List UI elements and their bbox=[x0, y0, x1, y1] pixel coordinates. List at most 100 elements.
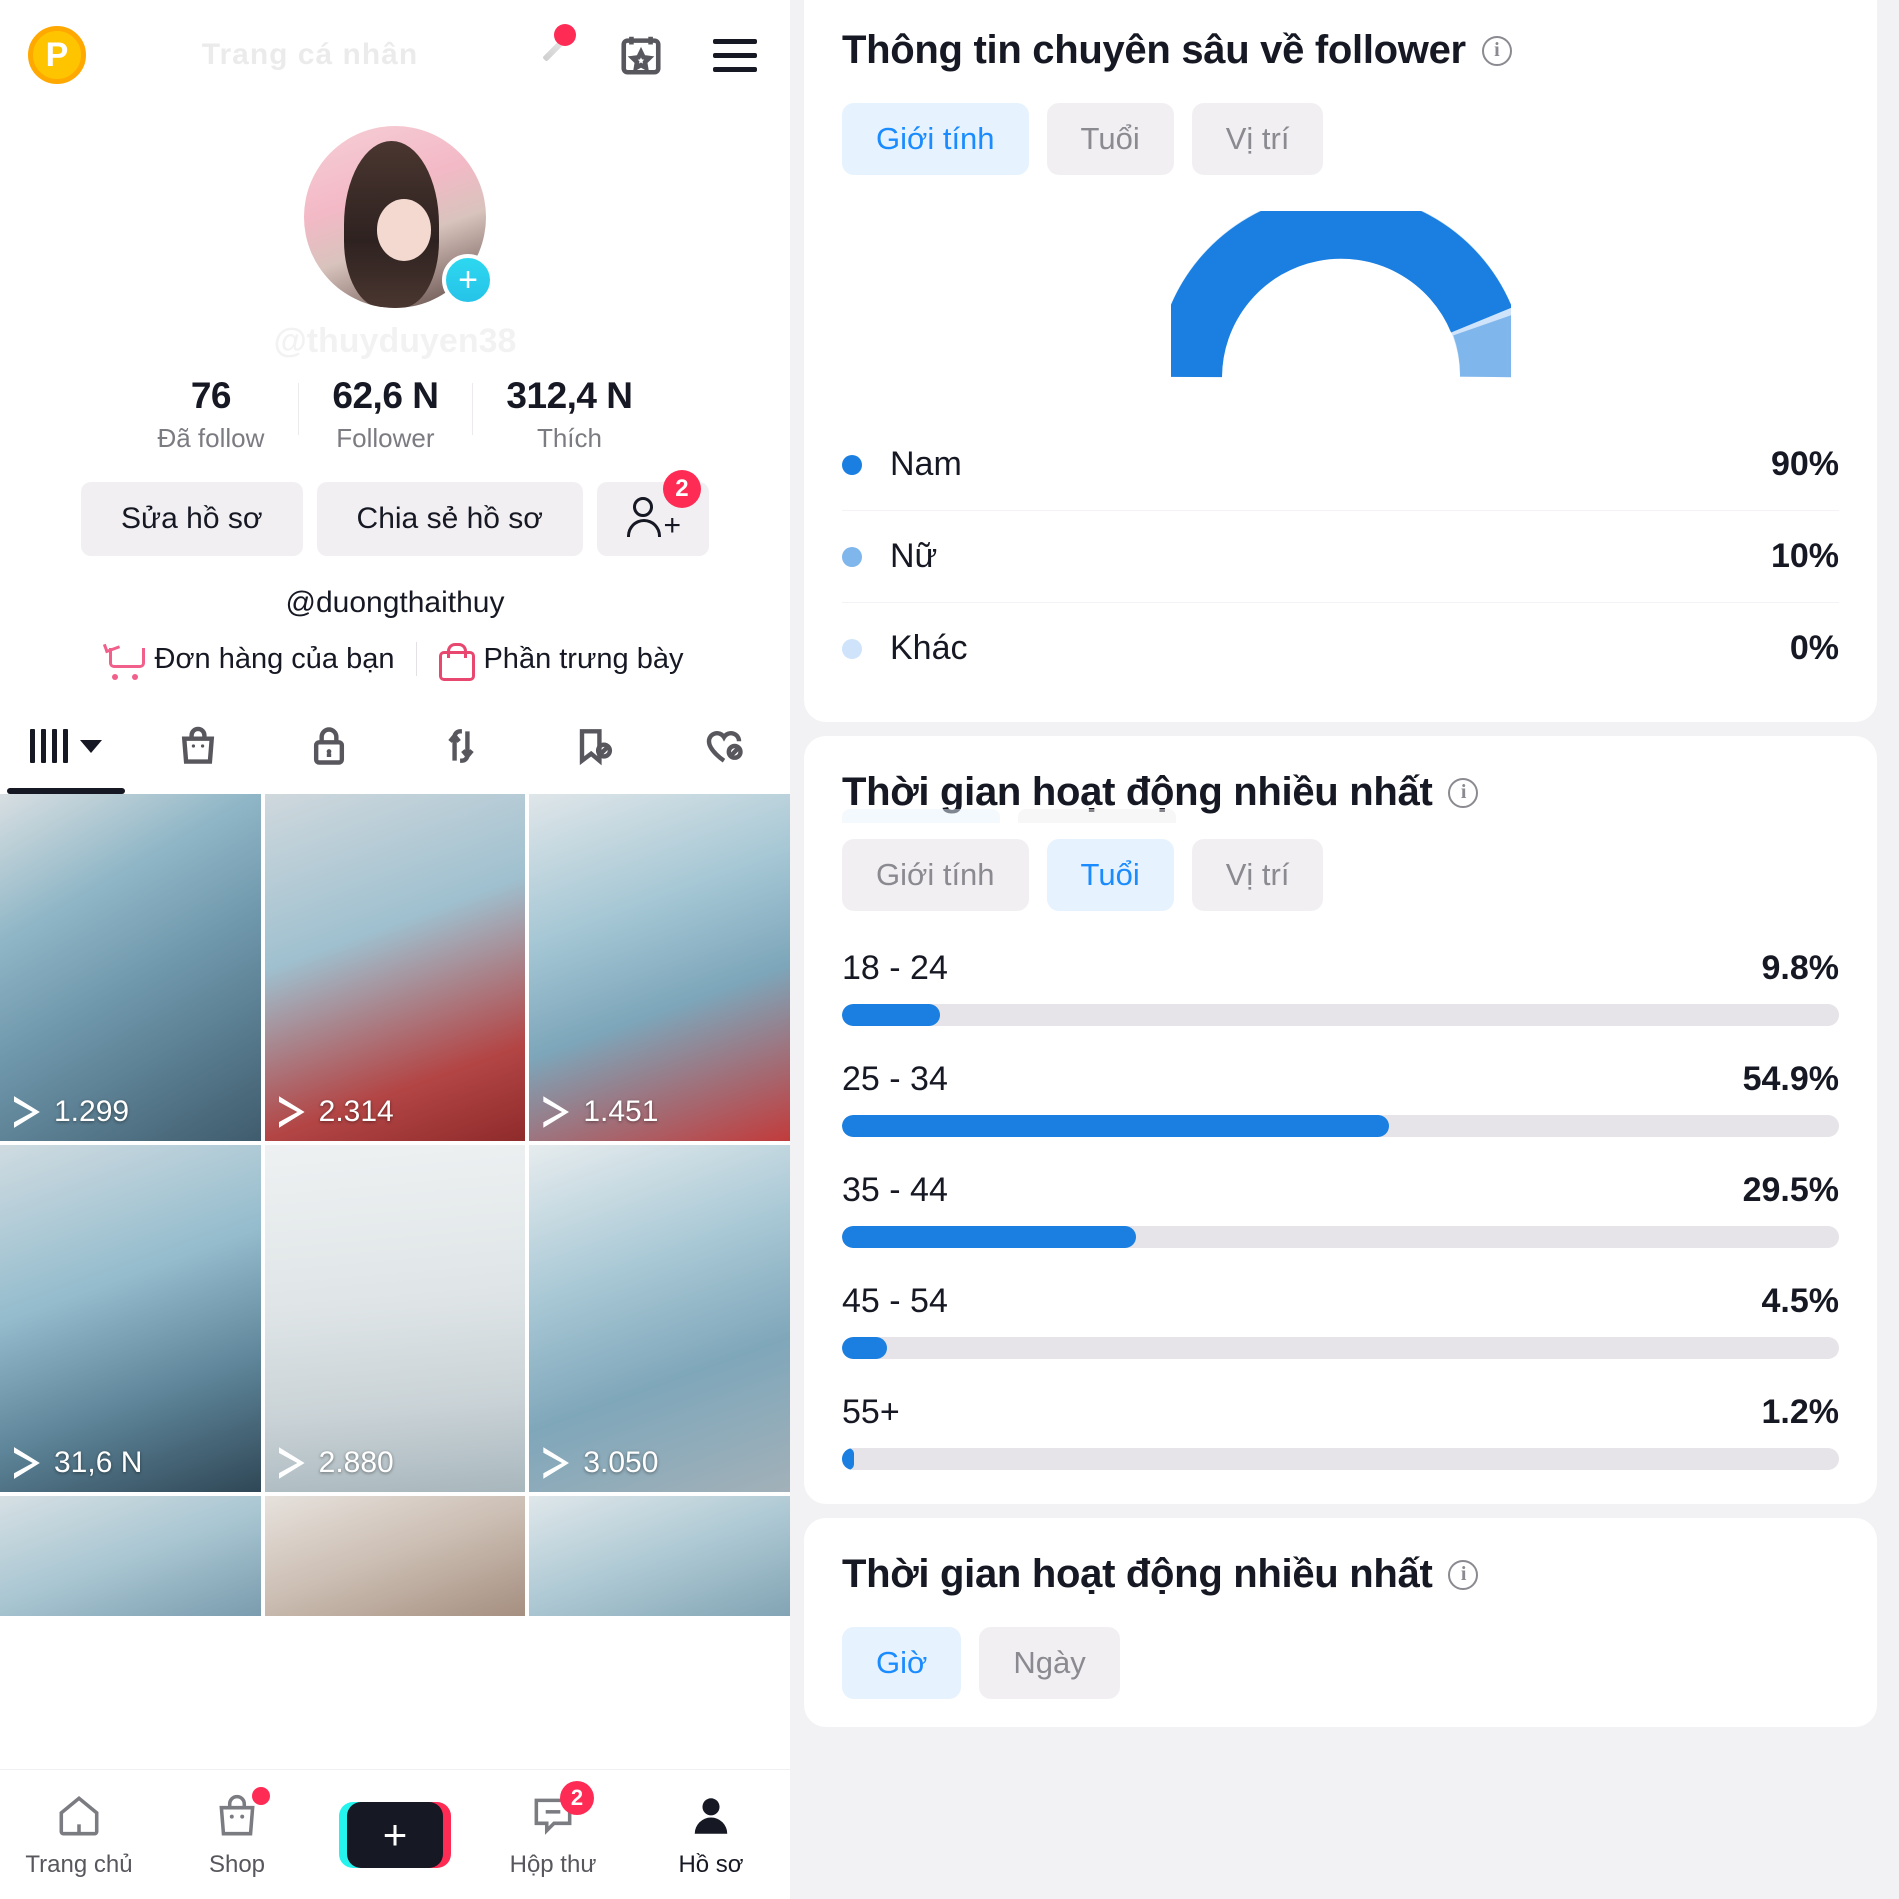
pencil-icon[interactable] bbox=[534, 24, 576, 82]
chip-age[interactable]: Tuổi bbox=[1046, 839, 1174, 911]
bar-value-label: 54.9% bbox=[1742, 1060, 1839, 1098]
chip-hour[interactable]: Giờ bbox=[842, 1627, 962, 1699]
nav-shop-label: Shop bbox=[208, 1850, 266, 1878]
bar-row: 45 - 54 4.5% bbox=[842, 1282, 1839, 1359]
sidebar-item-grid-tab[interactable] bbox=[0, 698, 132, 794]
bar-category-label: 55+ bbox=[842, 1393, 900, 1431]
stat-label: Thích bbox=[536, 423, 602, 453]
tab-shop[interactable] bbox=[132, 698, 264, 794]
profile-actions: Sửa hồ sơ Chia sẻ hồ sơ + 2 bbox=[0, 470, 790, 556]
nav-shop[interactable]: Shop bbox=[162, 1786, 312, 1879]
ghost-chip bbox=[1018, 809, 1176, 823]
bar-category-label: 35 - 44 bbox=[842, 1171, 948, 1209]
view-count-label: 1.299 bbox=[54, 1095, 130, 1128]
bar-fill bbox=[842, 1226, 1137, 1248]
view-count-label: 2.314 bbox=[318, 1095, 394, 1128]
inbox-badge: 2 bbox=[560, 1780, 594, 1815]
view-count: 3.050 bbox=[543, 1446, 658, 1480]
stat-likes[interactable]: 312,4 N Thích bbox=[472, 375, 666, 454]
info-icon[interactable]: i bbox=[1448, 1559, 1479, 1590]
info-icon[interactable]: i bbox=[1448, 777, 1479, 808]
chip-day[interactable]: Ngày bbox=[979, 1627, 1120, 1699]
shopping-bag-icon bbox=[181, 726, 214, 764]
chip-age[interactable]: Tuổi bbox=[1046, 103, 1174, 175]
play-icon bbox=[279, 1447, 305, 1479]
bar-value-label: 4.5% bbox=[1761, 1282, 1840, 1320]
avatar[interactable]: + bbox=[304, 126, 494, 308]
gender-semi-donut bbox=[1170, 211, 1511, 378]
follow-plus-icon[interactable]: + bbox=[442, 254, 494, 306]
shopping-bag-icon bbox=[212, 1786, 270, 1841]
showcase-link-label: Phần trưng bày bbox=[483, 642, 684, 675]
info-icon[interactable]: i bbox=[1481, 35, 1512, 66]
stat-label: Follower bbox=[336, 423, 435, 453]
bar-row: 18 - 24 9.8% bbox=[842, 949, 1839, 1026]
view-count: 31,6 N bbox=[14, 1446, 142, 1480]
chip-gender[interactable]: Giới tính bbox=[842, 103, 1029, 175]
topbar-title: Trang cá nhân bbox=[201, 38, 419, 71]
orders-link[interactable]: Đơn hàng của bạn bbox=[107, 642, 395, 680]
coin-icon[interactable]: P bbox=[28, 26, 86, 84]
person-icon bbox=[686, 1791, 736, 1841]
bar-fill bbox=[842, 1115, 1390, 1137]
bar-value-label: 9.8% bbox=[1761, 949, 1840, 987]
bar-fill bbox=[842, 1448, 854, 1470]
stat-followers[interactable]: 62,6 N Follower bbox=[298, 375, 472, 454]
tab-hidden-bookmark[interactable] bbox=[527, 698, 659, 794]
tab-hidden-liked[interactable] bbox=[658, 698, 790, 794]
video-cell[interactable]: 1.299 bbox=[0, 794, 261, 1141]
view-count-label: 31,6 N bbox=[54, 1446, 143, 1479]
calendar-star-icon[interactable] bbox=[614, 28, 668, 82]
tab-private[interactable] bbox=[263, 698, 395, 794]
share-profile-button[interactable]: Chia sẻ hồ sơ bbox=[316, 482, 583, 556]
bar-value-label: 1.2% bbox=[1761, 1393, 1840, 1431]
video-grid: 1.299 2.314 1.451 31,6 N 2.880 3.050 bbox=[0, 794, 790, 1616]
nav-inbox-label: Hộp thư bbox=[509, 1850, 597, 1878]
chip-location[interactable]: Vị trí bbox=[1191, 103, 1324, 175]
video-cell[interactable] bbox=[529, 1496, 790, 1616]
nav-profile-label: Hồ sơ bbox=[678, 1850, 744, 1878]
nav-home-label: Trang chủ bbox=[25, 1850, 133, 1878]
legend-row-female: Nữ 10% bbox=[842, 511, 1839, 603]
bar-category-label: 25 - 34 bbox=[842, 1060, 948, 1098]
video-cell[interactable]: 31,6 N bbox=[0, 1145, 261, 1492]
hamburger-menu-icon[interactable] bbox=[708, 28, 762, 82]
video-cell[interactable]: 2.880 bbox=[264, 1145, 526, 1492]
tab-repost[interactable] bbox=[395, 698, 527, 794]
shop-notification-dot bbox=[252, 1786, 270, 1805]
video-cell[interactable]: 2.314 bbox=[264, 794, 526, 1141]
video-cell[interactable]: 3.050 bbox=[529, 1145, 790, 1492]
edit-profile-button[interactable]: Sửa hồ sơ bbox=[81, 482, 303, 556]
stat-following[interactable]: 76 Đã follow bbox=[123, 375, 298, 454]
chip-gender[interactable]: Giới tính bbox=[842, 839, 1029, 911]
bar-track bbox=[842, 1448, 1839, 1470]
showcase-link[interactable]: Phần trưng bày bbox=[439, 642, 684, 681]
profile-tabs bbox=[0, 698, 790, 794]
chip-location[interactable]: Vị trí bbox=[1191, 839, 1324, 911]
legend-dot bbox=[842, 546, 862, 567]
active-time-hours-title: Thời gian hoạt động nhiều nhất i bbox=[842, 1552, 1839, 1597]
nav-inbox[interactable]: 2 Hộp thư bbox=[478, 1780, 628, 1879]
legend-label: Nam bbox=[890, 445, 962, 483]
age-bar-chart: 18 - 24 9.8% 25 - 34 54.9% 35 - 44 29.5%… bbox=[842, 949, 1839, 1470]
topbar-icons bbox=[534, 24, 762, 82]
analytics-panel: Thông tin chuyên sâu về follower i Giới … bbox=[790, 0, 1899, 1899]
add-friend-button[interactable]: + 2 bbox=[596, 470, 709, 556]
create-plus-icon[interactable]: + bbox=[339, 1801, 451, 1868]
legend-row-male: Nam 90% bbox=[842, 419, 1839, 511]
nav-create[interactable]: + bbox=[320, 1801, 470, 1868]
video-cell[interactable]: 1.451 bbox=[529, 794, 790, 1141]
nav-profile[interactable]: Hồ sơ bbox=[636, 1791, 786, 1879]
stat-value: 62,6 N bbox=[332, 375, 439, 416]
nav-home[interactable]: Trang chủ bbox=[4, 1791, 154, 1879]
orders-link-label: Đơn hàng của bạn bbox=[154, 642, 395, 675]
video-cell[interactable] bbox=[0, 1496, 261, 1616]
tiktok-profile-panel: P Trang cá nhân + @thuyduyen38 76 Đã fol… bbox=[0, 0, 790, 1899]
legend-label: Khác bbox=[890, 629, 968, 667]
video-cell[interactable] bbox=[264, 1496, 526, 1616]
chip-scroll-shadow bbox=[842, 809, 1839, 823]
view-count-label: 1.451 bbox=[583, 1095, 659, 1128]
divider bbox=[416, 642, 418, 676]
profile-handle[interactable]: @duongthaithuy bbox=[0, 586, 790, 620]
legend-dot bbox=[842, 638, 862, 659]
